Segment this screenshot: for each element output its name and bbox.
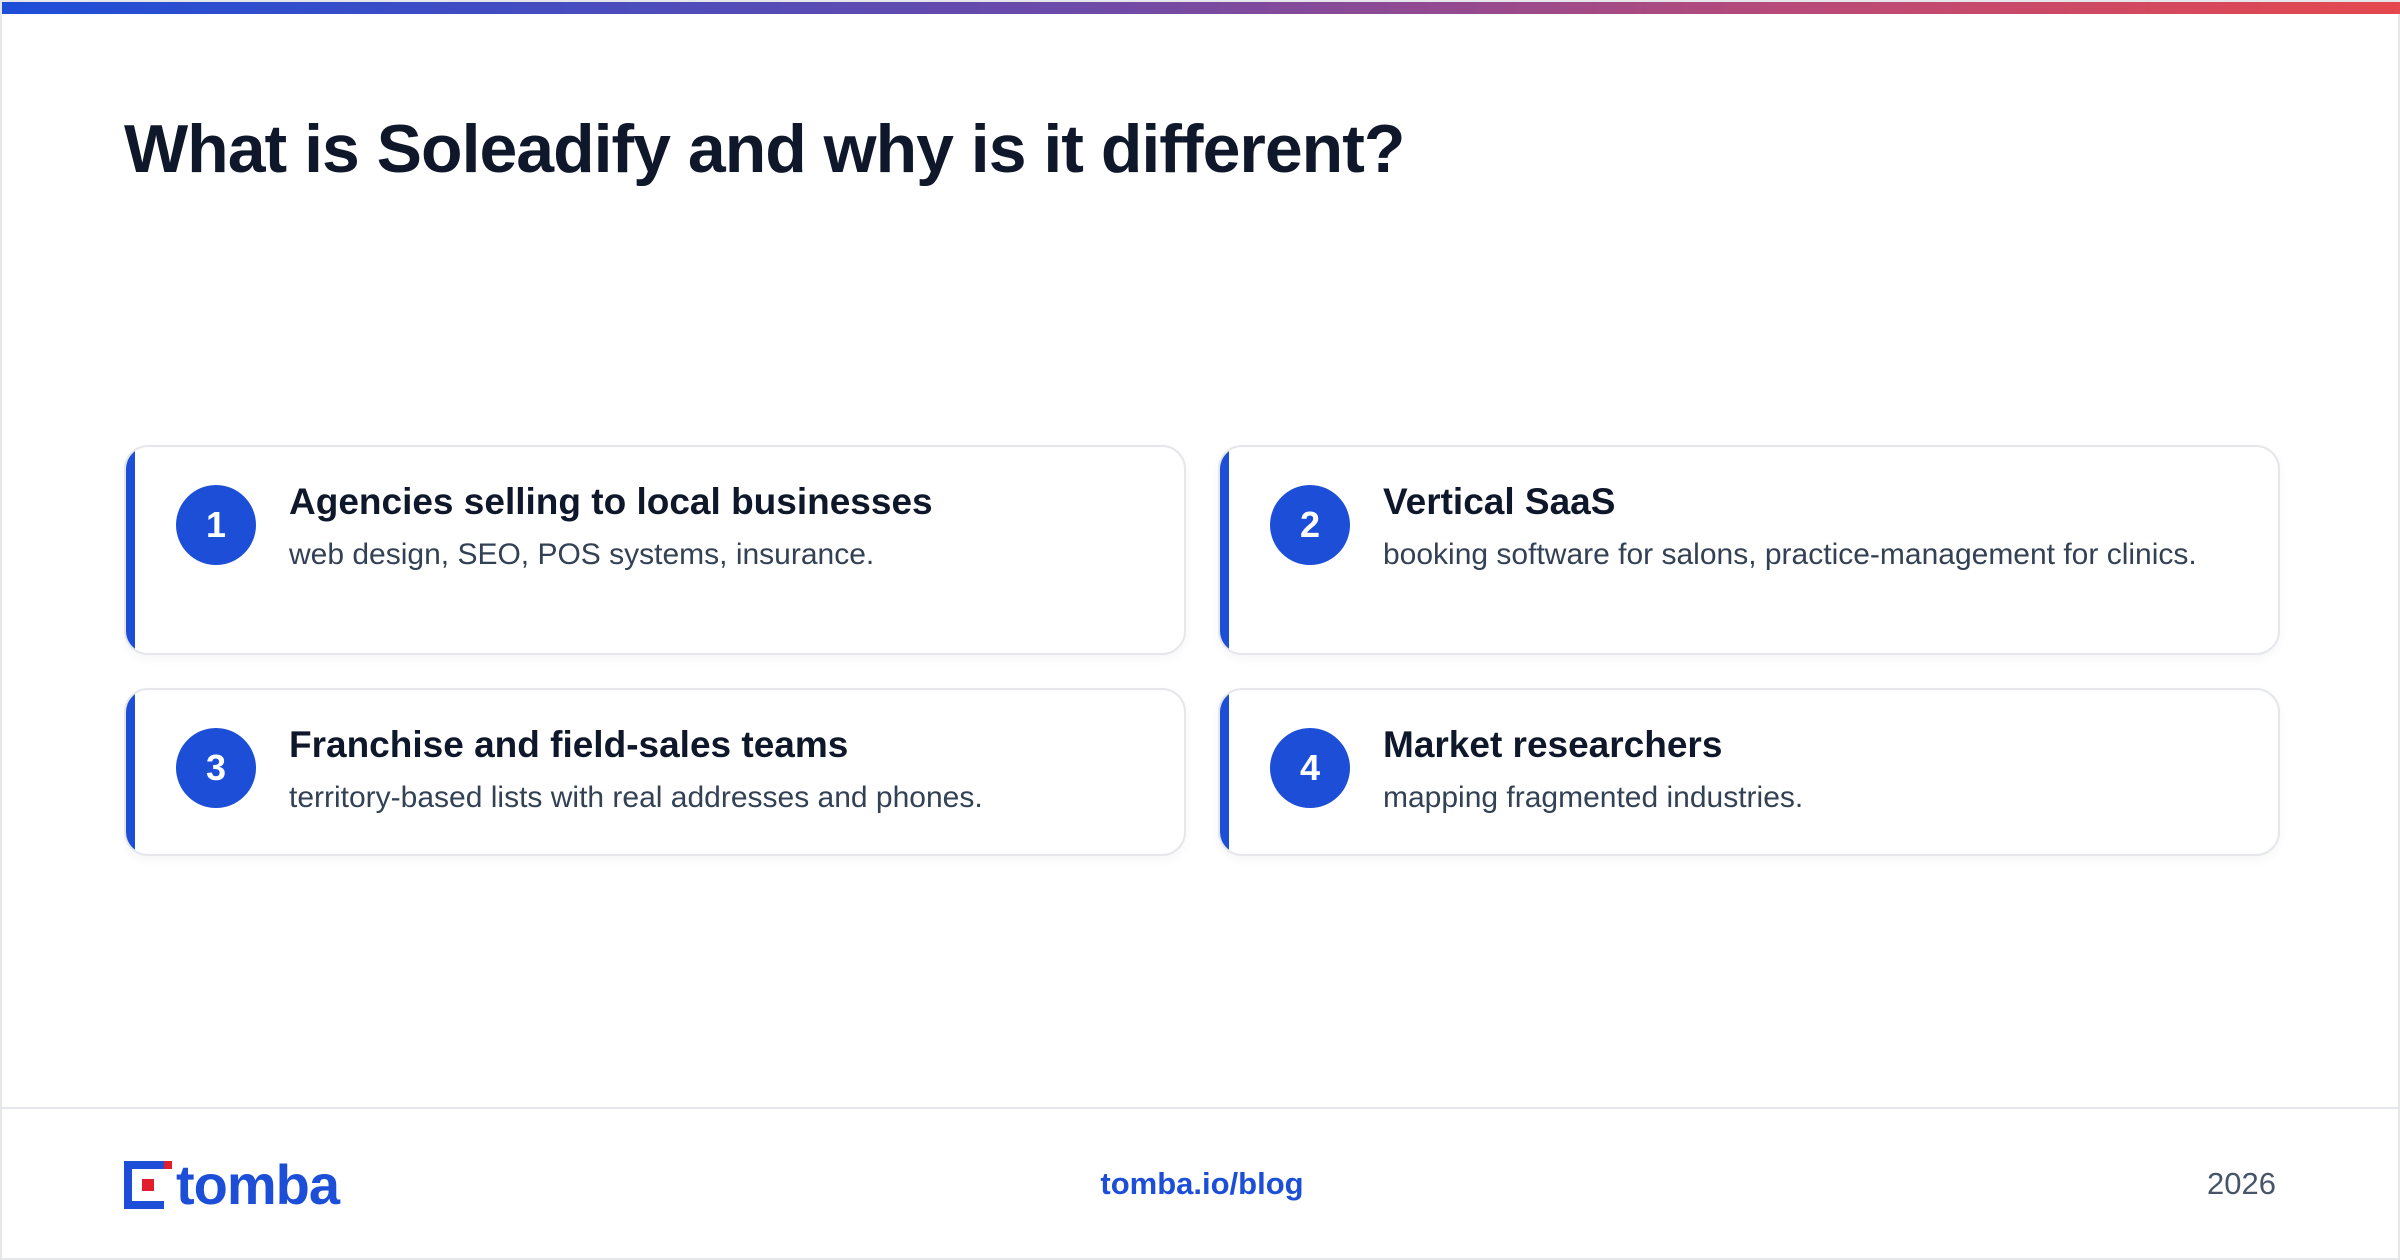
card-description: territory-based lists with real addresse… [289,781,983,814]
slide: What is Soleadify and why is it differen… [0,0,2400,1260]
number-badge: 3 [176,728,256,808]
top-gradient-bar [2,2,2400,14]
card-description: mapping fragmented industries. [1383,781,1804,814]
number-badge: 2 [1270,485,1350,565]
card-title: Franchise and field-sales teams [289,724,849,765]
number-badge: 4 [1270,728,1350,808]
card-description: web design, SEO, POS systems, insurance. [289,538,875,571]
footer-blog-link[interactable]: tomba.io/blog [2,1166,2400,1202]
footer-divider [2,1107,2400,1109]
card-franchise: 3 Franchise and field-sales teams territ… [124,688,1186,856]
footer-year: 2026 [2207,1166,2276,1201]
card-title: Vertical SaaS [1383,481,1616,522]
number-badge: 1 [176,485,256,565]
card-title: Market researchers [1383,724,1723,765]
card-market-researchers: 4 Market researchers mapping fragmented … [1218,688,2280,856]
card-title: Agencies selling to local businesses [289,481,933,522]
page-title: What is Soleadify and why is it differen… [124,111,1405,187]
card-agencies: 1 Agencies selling to local businesses w… [124,445,1186,655]
card-description: booking software for salons, practice-ma… [1383,538,2197,571]
card-vertical-saas: 2 Vertical SaaS booking software for sal… [1218,445,2280,655]
